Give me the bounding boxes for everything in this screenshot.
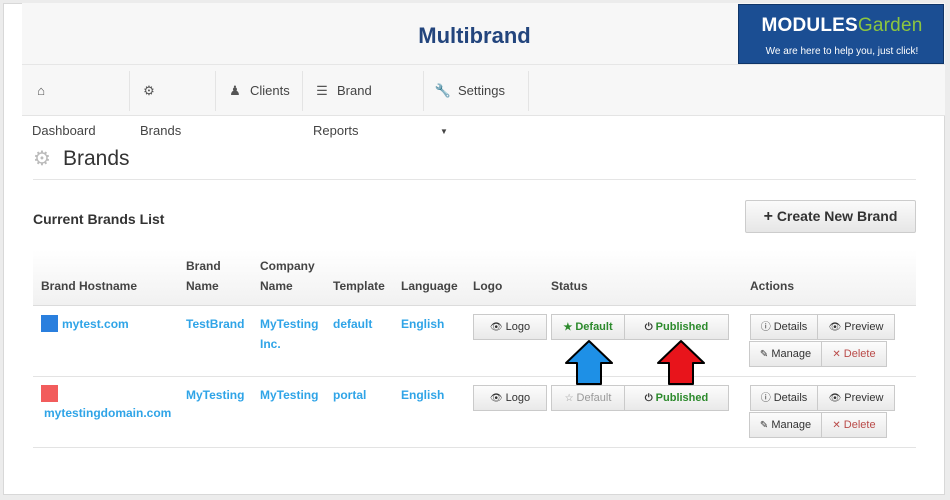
annotation-arrows <box>565 340 705 385</box>
red-arrow-up-icon <box>657 340 705 385</box>
blue-arrow-up-icon <box>565 340 613 385</box>
